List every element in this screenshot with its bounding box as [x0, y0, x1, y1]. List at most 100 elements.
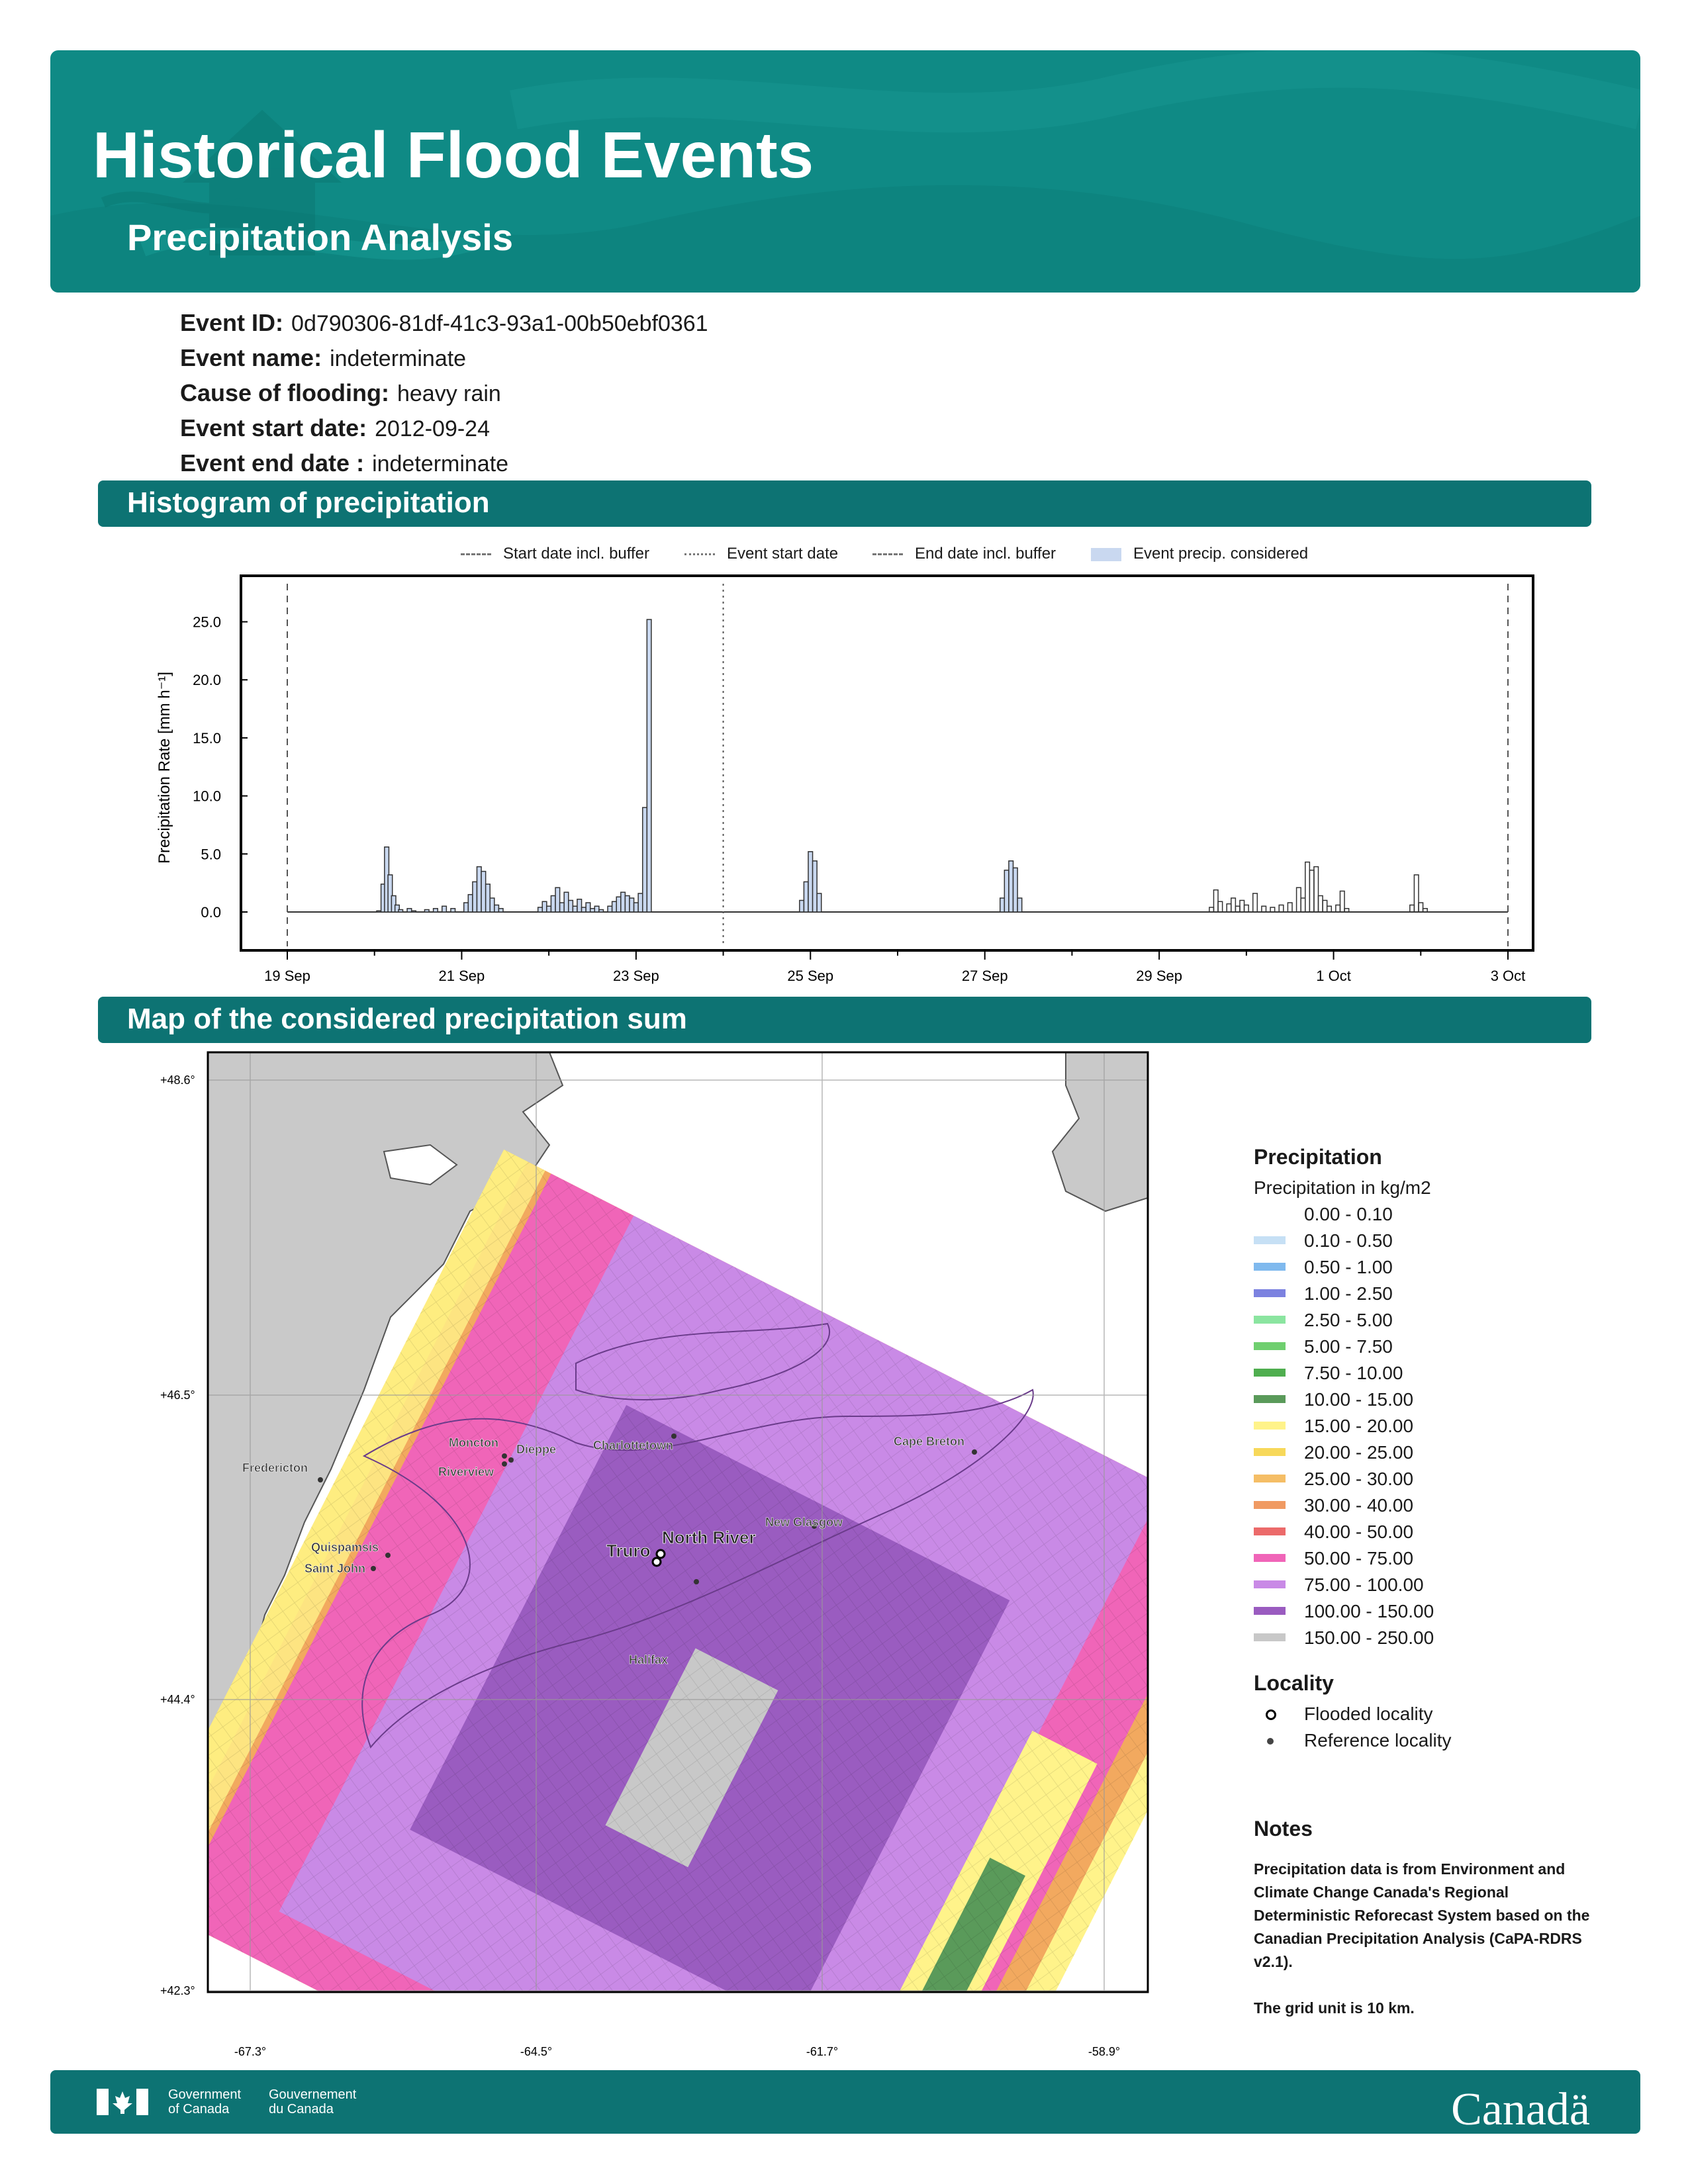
legend-class-label: 150.00 - 250.00 [1304, 1627, 1434, 1648]
histogram-bar [1004, 870, 1009, 913]
histogram-bar [624, 895, 630, 913]
locality-cape-breton: Cape Breton [894, 1435, 964, 1448]
histogram-bar [585, 902, 591, 913]
cause-label: Cause of flooding: [180, 379, 389, 406]
legend-class-row: 5.00 - 7.50 [1254, 1334, 1624, 1360]
event-details: Event ID: 0d790306-81df-41c3-93a1-00b50eb… [180, 306, 708, 481]
locality-dieppe: Dieppe [516, 1443, 556, 1456]
locality-new-glasgow: New Glasgow [765, 1516, 843, 1529]
legend-class-row: 0.50 - 1.00 [1254, 1254, 1624, 1281]
map-legend: Precipitation Precipitation in kg/m2 0.0… [1254, 1145, 1624, 1754]
locality-north-river: North River [662, 1527, 756, 1547]
histogram-bar [498, 907, 504, 913]
histogram-bar [410, 910, 417, 913]
legend-class-label: 2.50 - 5.00 [1304, 1310, 1393, 1330]
dashed-line-icon [872, 553, 903, 556]
gov-en-line1: Government [168, 2087, 242, 2102]
x-tick-label: 27 Sep [962, 968, 1008, 984]
histogram-bar [808, 851, 814, 913]
legend-start-buffer: Start date incl. buffer [461, 543, 649, 565]
histogram-bar [563, 891, 569, 913]
histogram-bar [646, 619, 652, 913]
histogram-bar [485, 884, 491, 913]
histogram-bar [598, 909, 604, 913]
legend-swatch [1254, 1369, 1286, 1377]
legend-class-label: 20.00 - 25.00 [1304, 1442, 1414, 1463]
legend-swatch [1254, 1342, 1286, 1350]
lon-label-61-7: -61.7° [806, 2045, 838, 2058]
histogram-bar [537, 907, 543, 913]
event-name-label: Event name: [180, 344, 322, 371]
legend-class-label: 25.00 - 30.00 [1304, 1469, 1414, 1489]
locality-quispamsis: Quispamsis [311, 1541, 379, 1554]
legend-class-row: 0.10 - 0.50 [1254, 1228, 1624, 1254]
histogram-bar [641, 807, 648, 913]
histogram-bar [432, 907, 438, 913]
x-tick-label: 21 Sep [439, 968, 485, 984]
legend-class-label: 30.00 - 40.00 [1304, 1495, 1414, 1516]
locality-dieppe-dot [508, 1457, 514, 1463]
histogram-bar [376, 910, 382, 913]
histogram-bar [616, 896, 622, 913]
lat-label-42-3: +42.3° [160, 1984, 195, 1997]
legend-end-buffer: End date incl. buffer [872, 543, 1056, 565]
legend-class-row: 0.00 - 0.10 [1254, 1201, 1624, 1228]
histogram-bar [572, 905, 578, 913]
precipitation-histogram: 0.0 5.0 10.0 15.0 20.0 25.0 19 Sep 21 Sep 23 Sep… [156, 574, 1534, 984]
legend-class-row: 2.50 - 5.00 [1254, 1307, 1624, 1334]
flooded-locality-north-river [655, 1549, 666, 1559]
histogram-bar [577, 898, 583, 913]
legend-class-row: 50.00 - 75.00 [1254, 1545, 1624, 1572]
legend-class-label: 0.00 - 0.10 [1304, 1204, 1393, 1224]
legend-flooded-label: Flooded locality [1304, 1704, 1433, 1724]
gov-fr: Gouvernement du Canada [269, 2087, 356, 2116]
lon-label-64-5: -64.5° [520, 2045, 552, 2058]
legend-reference-label: Reference locality [1304, 1730, 1452, 1751]
legend-class-row: 30.00 - 40.00 [1254, 1492, 1624, 1519]
legend-swatch [1254, 1501, 1286, 1509]
lon-label-67-3: -67.3° [234, 2045, 266, 2058]
flooded-locality-truro [651, 1557, 662, 1567]
canada-flag-icon [97, 2089, 148, 2115]
legend-class-label: 40.00 - 50.00 [1304, 1522, 1414, 1542]
x-tick-label: 19 Sep [264, 968, 310, 984]
legend-class-row: 10.00 - 15.00 [1254, 1387, 1624, 1413]
legend-flooded: Flooded locality [1254, 1701, 1624, 1727]
start-date-value: 2012-09-24 [375, 416, 490, 441]
legend-swatch [1254, 1580, 1286, 1588]
legend-class-row: 1.00 - 2.50 [1254, 1281, 1624, 1307]
histogram-bar [559, 902, 565, 913]
cause-value: heavy rain [397, 381, 501, 406]
histogram-bar [568, 899, 574, 913]
legend-class-label: 5.00 - 7.50 [1304, 1336, 1393, 1357]
legend-class-row: 15.00 - 20.00 [1254, 1413, 1624, 1439]
page-title: Historical Flood Events [93, 118, 814, 191]
histogram-section-header: Histogram of precipitation [98, 480, 1591, 527]
histogram-bar [799, 899, 805, 913]
histogram-bar [1017, 897, 1023, 913]
legend-class-row: 40.00 - 50.00 [1254, 1519, 1624, 1545]
footer-banner: Government of Canada Gouvernement du Can… [50, 2070, 1640, 2135]
gov-en: Government of Canada [168, 2087, 241, 2116]
histogram-bar [1008, 860, 1014, 913]
end-date-value: indeterminate [372, 451, 509, 477]
locality-riverview-dot [502, 1461, 507, 1467]
locality-quispamsis-dot [385, 1553, 391, 1558]
legend-swatch [1254, 1475, 1286, 1482]
legend-start-buffer-label: Start date incl. buffer [503, 545, 650, 563]
histogram-bar [541, 901, 547, 913]
histogram-bar [607, 905, 613, 913]
event-id-label: Event ID: [180, 309, 284, 336]
notes-title: Notes [1254, 1817, 1313, 1841]
precipitation-map: Moncton Dieppe Riverview Charlottetown C… [160, 1051, 1149, 2058]
legend-swatch [1254, 1554, 1286, 1562]
histogram-bar [467, 893, 473, 913]
start-date-label: Event start date: [180, 414, 367, 441]
histogram-bar [406, 907, 412, 913]
notes-panel: Notes Precipitation data is from Environ… [1254, 1817, 1605, 2020]
gov-fr-line1: Gouvernement [269, 2087, 357, 2102]
histogram-bar [611, 901, 617, 913]
lat-label-44-4: +44.4° [160, 1693, 195, 1706]
legend-swatch [1254, 1607, 1286, 1615]
x-tick-label: 23 Sep [613, 968, 659, 984]
